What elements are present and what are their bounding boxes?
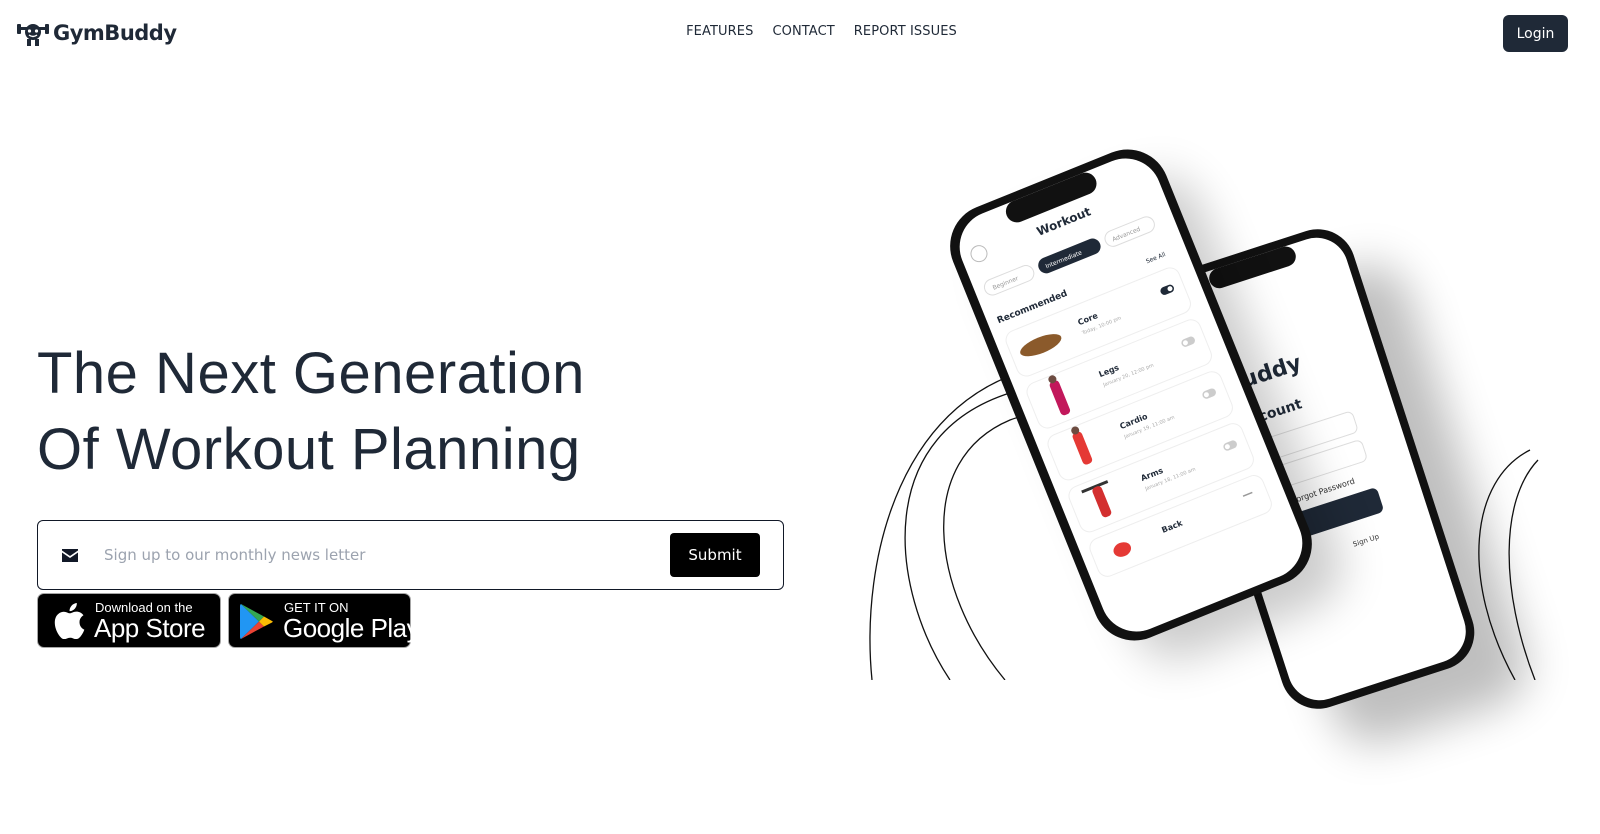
nav-contact[interactable]: CONTACT (772, 24, 834, 39)
newsletter-form: Submit (37, 520, 784, 590)
google-play-icon (240, 604, 273, 639)
google-play-button[interactable]: GET IT ON Google Play (228, 593, 420, 648)
hero-title: The Next Generation Of Workout Planning (37, 336, 585, 488)
main-nav: FEATURES CONTACT REPORT ISSUES (0, 24, 1600, 39)
nav-features[interactable]: FEATURES (686, 24, 753, 39)
hero-title-line-2: Of Workout Planning (37, 417, 581, 482)
app-store-big-text: App Store (94, 613, 206, 643)
apple-icon (54, 603, 85, 639)
hero-title-line-1: The Next Generation (37, 341, 585, 406)
nav-report-issues[interactable]: REPORT ISSUES (854, 24, 957, 39)
site-header: GymBuddy FEATURES CONTACT REPORT ISSUES … (0, 0, 1600, 68)
newsletter-email-input[interactable] (104, 541, 664, 569)
login-button[interactable]: Login (1503, 15, 1568, 52)
google-play-big-text: Google Play (283, 613, 420, 643)
newsletter-submit-button[interactable]: Submit (670, 533, 760, 577)
phone-mockup-illustration: uddy count orgot Password Sign Up Workou… (869, 149, 1539, 744)
envelope-icon (62, 549, 78, 562)
app-store-button[interactable]: Download on the App Store (37, 593, 221, 648)
